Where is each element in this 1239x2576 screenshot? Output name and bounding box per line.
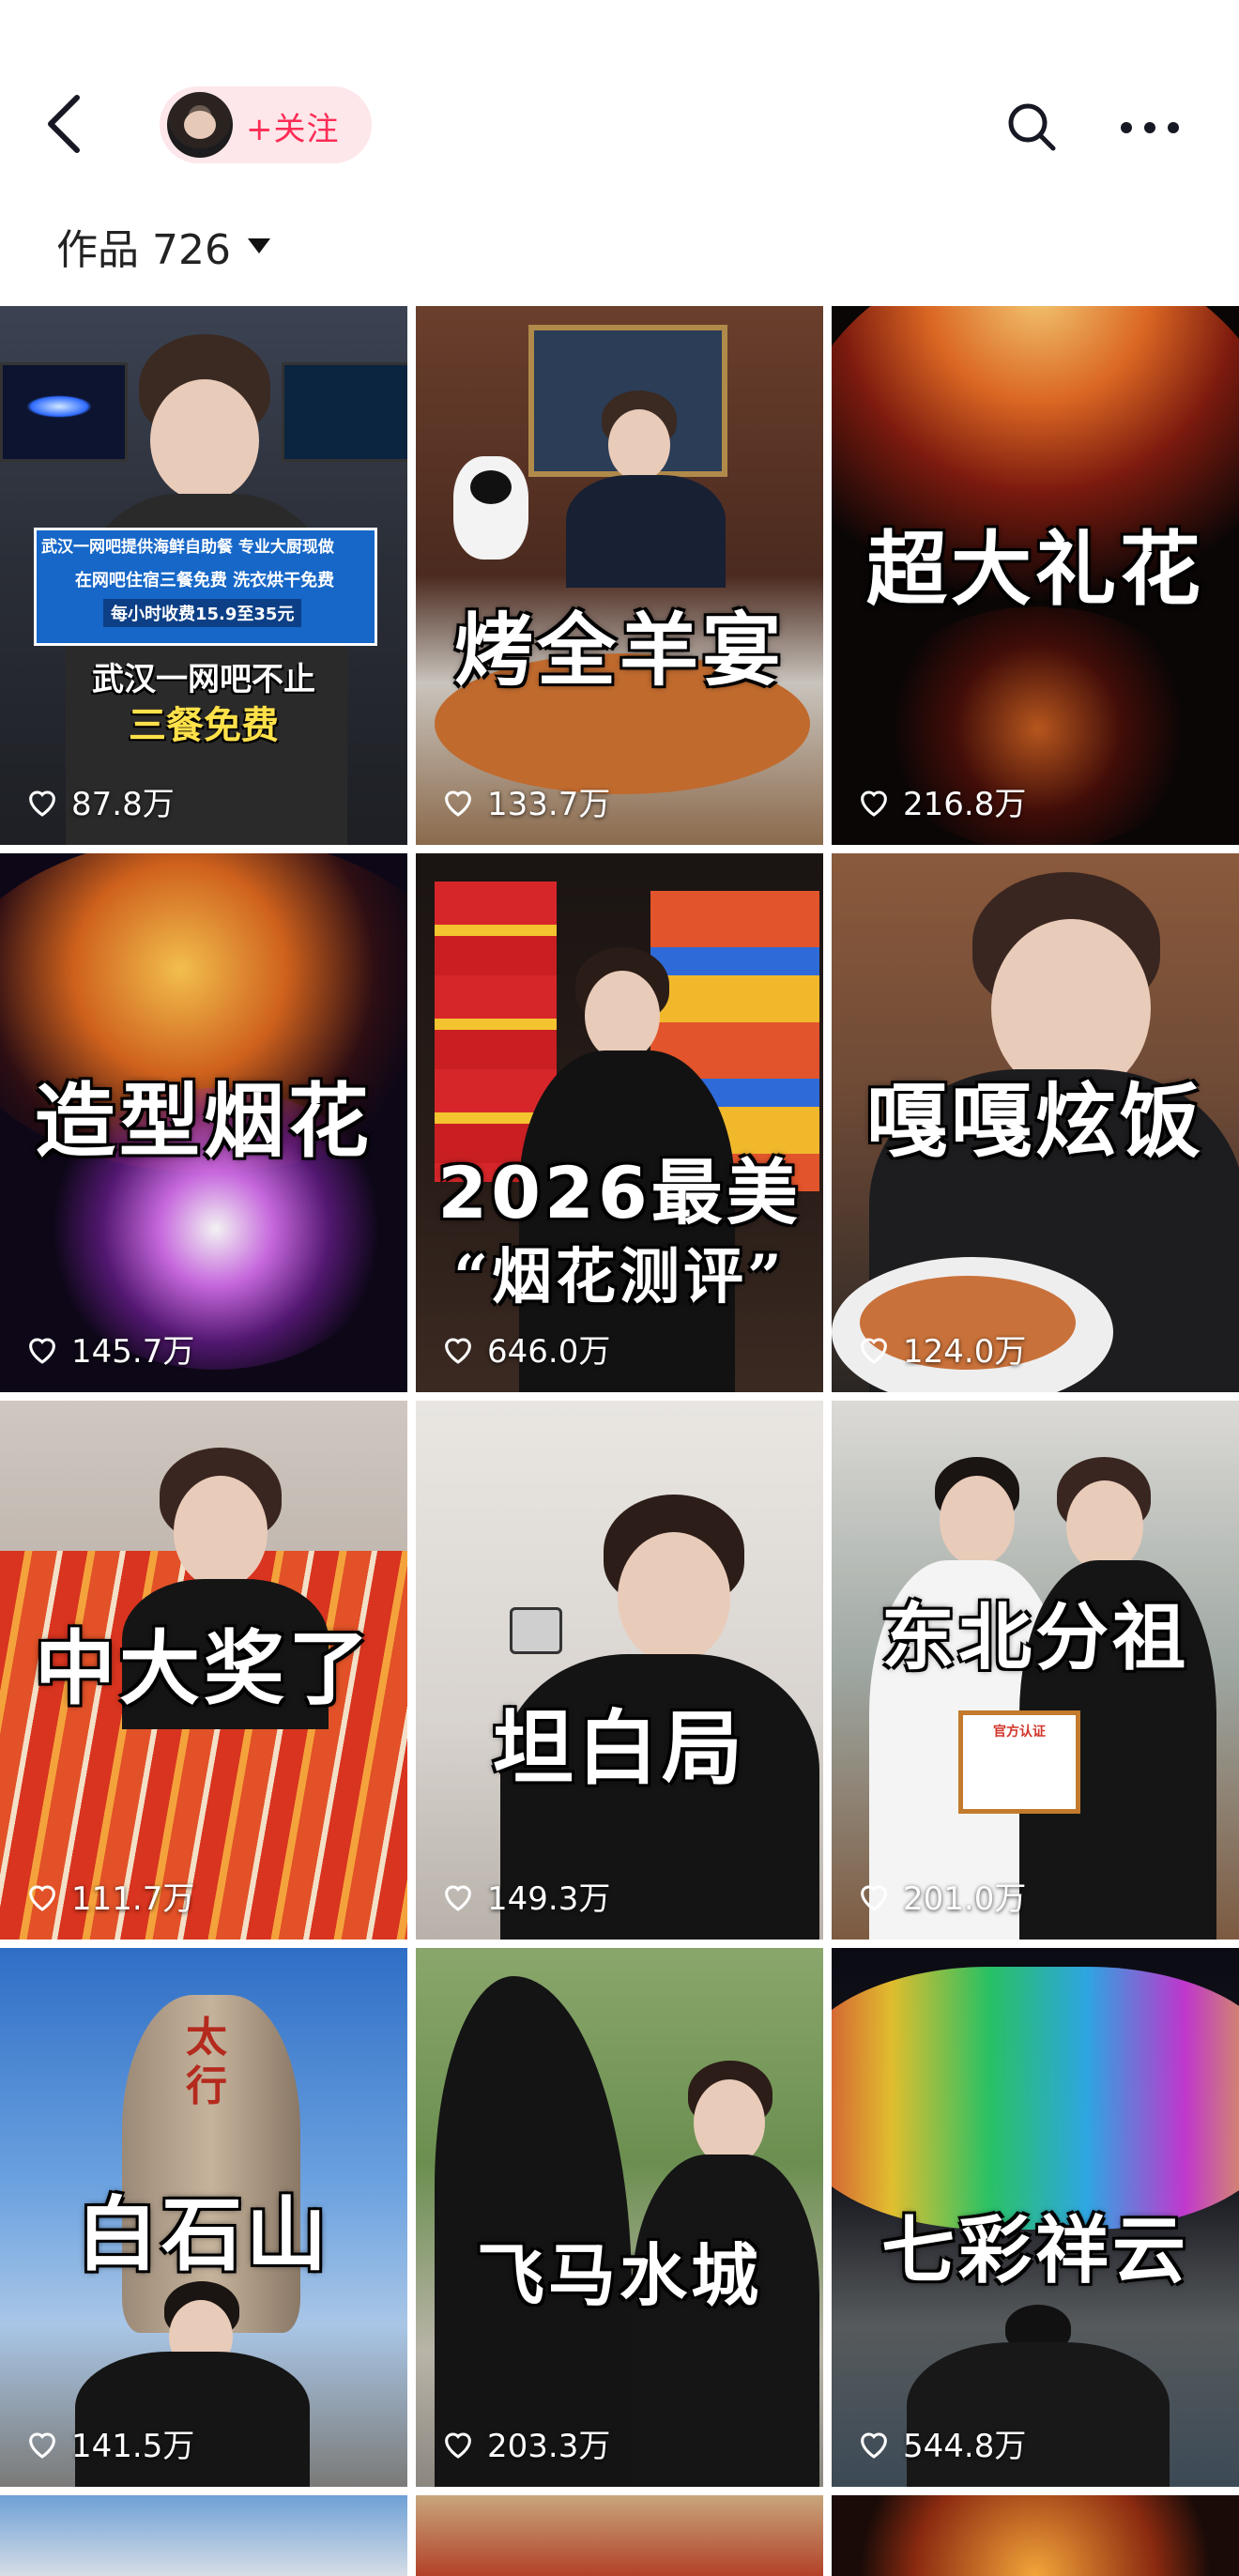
like-count-label: 133.7万 bbox=[487, 786, 611, 823]
works-count-label: 作品 726 bbox=[56, 226, 231, 274]
stone-sign-text: 太行 bbox=[186, 2014, 227, 2110]
heart-outline-icon bbox=[29, 1884, 55, 1911]
like-count-label: 141.5万 bbox=[71, 2428, 195, 2465]
heart-outline-icon bbox=[861, 1337, 887, 1364]
video-caption: 飞马水城 bbox=[476, 2235, 762, 2315]
heart-outline-icon bbox=[861, 2431, 887, 2459]
heart-outline-icon bbox=[29, 790, 55, 817]
video-tile-partial[interactable] bbox=[0, 2495, 407, 2576]
video-tile[interactable]: 太行 白石山 141.5万 bbox=[0, 1948, 407, 2487]
video-caption: 超大礼花 bbox=[866, 522, 1204, 617]
video-caption: 三餐免费 bbox=[129, 704, 279, 747]
heart-outline-icon bbox=[445, 790, 471, 817]
video-tile-partial[interactable] bbox=[416, 2495, 823, 2576]
video-overlay-line: 在网吧住宿三餐免费 洗衣烘干免费 bbox=[74, 571, 335, 590]
back-button[interactable] bbox=[38, 90, 94, 158]
like-count-label: 201.0万 bbox=[903, 1880, 1027, 1918]
heart-outline-icon bbox=[861, 790, 887, 817]
like-count-label: 145.7万 bbox=[71, 1333, 195, 1371]
search-icon bbox=[1008, 103, 1056, 151]
like-count: 124.0万 bbox=[856, 1326, 1026, 1372]
more-horizontal-icon bbox=[1121, 122, 1179, 133]
more-button[interactable] bbox=[1117, 109, 1183, 146]
video-tile[interactable]: 坦白局 149.3万 bbox=[416, 1401, 823, 1940]
video-tile[interactable]: 飞马水城 203.3万 bbox=[416, 1948, 823, 2487]
video-grid: 武汉一网吧提供海鲜自助餐 专业大厨现做 在网吧住宿三餐免费 洗衣烘干免费 每小时… bbox=[0, 306, 1239, 2576]
like-count: 149.3万 bbox=[440, 1873, 610, 1919]
heart-outline-icon bbox=[29, 1337, 55, 1364]
certificate-badge: 官方认证 bbox=[993, 1725, 1046, 1740]
like-count-label: 124.0万 bbox=[903, 1333, 1027, 1371]
heart-outline-icon bbox=[29, 2431, 55, 2459]
video-tile[interactable]: 嘎嘎炫饭 124.0万 bbox=[832, 853, 1239, 1392]
video-caption: 七彩祥云 bbox=[880, 2208, 1189, 2293]
like-count-label: 87.8万 bbox=[71, 786, 175, 823]
search-button[interactable] bbox=[1004, 100, 1061, 156]
like-count: 145.7万 bbox=[24, 1326, 194, 1372]
video-caption: 坦白局 bbox=[493, 1701, 746, 1796]
video-overlay-line: 武汉一网吧提供海鲜自助餐 专业大厨现做 bbox=[41, 538, 334, 557]
like-count: 216.8万 bbox=[856, 778, 1026, 824]
video-tile[interactable]: 烤全羊宴 133.7万 bbox=[416, 306, 823, 845]
like-count: 141.5万 bbox=[24, 2420, 194, 2466]
like-count-label: 149.3万 bbox=[487, 1880, 611, 1918]
chevron-left-icon bbox=[48, 95, 80, 153]
video-tile[interactable]: 2026最美 “烟花测评” 646.0万 bbox=[416, 853, 823, 1392]
top-bar: +关注 bbox=[0, 0, 1239, 197]
heart-outline-icon bbox=[445, 1337, 471, 1364]
caret-down-icon bbox=[247, 238, 270, 253]
video-tile[interactable]: 造型烟花 145.7万 bbox=[0, 853, 407, 1392]
follow-label: +关注 bbox=[246, 111, 340, 148]
like-count: 111.7万 bbox=[24, 1873, 194, 1919]
video-caption: 东北分祖 bbox=[880, 1595, 1189, 1680]
avatar[interactable] bbox=[167, 92, 233, 158]
like-count-label: 216.8万 bbox=[903, 786, 1027, 823]
video-tile[interactable]: 中大奖了 111.7万 bbox=[0, 1401, 407, 1940]
like-count-label: 203.3万 bbox=[487, 2428, 611, 2465]
like-count: 133.7万 bbox=[440, 778, 610, 824]
heart-outline-icon bbox=[445, 1884, 471, 1911]
video-caption: 造型烟花 bbox=[35, 1074, 373, 1169]
like-count: 203.3万 bbox=[440, 2420, 610, 2466]
like-count-label: 646.0万 bbox=[487, 1333, 611, 1371]
like-count: 544.8万 bbox=[856, 2420, 1026, 2466]
video-caption: 嘎嘎炫饭 bbox=[866, 1074, 1204, 1169]
like-count: 646.0万 bbox=[440, 1326, 610, 1372]
follow-button[interactable]: +关注 bbox=[160, 86, 372, 163]
like-count-label: 544.8万 bbox=[903, 2428, 1027, 2465]
video-tile[interactable]: 官方认证 东北分祖 201.0万 bbox=[832, 1401, 1239, 1940]
works-filter-dropdown[interactable]: 作品 726 bbox=[56, 218, 270, 274]
video-caption: 中大奖了 bbox=[35, 1621, 373, 1716]
video-tile[interactable]: 七彩祥云 544.8万 bbox=[832, 1948, 1239, 2487]
video-tile[interactable]: 武汉一网吧提供海鲜自助餐 专业大厨现做 在网吧住宿三餐免费 洗衣烘干免费 每小时… bbox=[0, 306, 407, 845]
like-count-label: 111.7万 bbox=[71, 1880, 195, 1918]
heart-outline-icon bbox=[861, 1884, 887, 1911]
like-count: 87.8万 bbox=[24, 778, 175, 824]
video-caption: 烤全羊宴 bbox=[453, 604, 785, 697]
video-tile[interactable]: 超大礼花 216.8万 bbox=[832, 306, 1239, 845]
video-caption: 白石山 bbox=[77, 2187, 330, 2282]
video-caption: 武汉一网吧不止 bbox=[92, 661, 315, 698]
video-subcaption: “烟花测评” bbox=[453, 1242, 786, 1312]
video-tile-partial[interactable] bbox=[832, 2495, 1239, 2576]
video-caption: 2026最美 bbox=[437, 1151, 802, 1234]
video-overlay-line: 每小时收费15.9至35元 bbox=[103, 599, 302, 627]
heart-outline-icon bbox=[445, 2431, 471, 2459]
like-count: 201.0万 bbox=[856, 1873, 1026, 1919]
